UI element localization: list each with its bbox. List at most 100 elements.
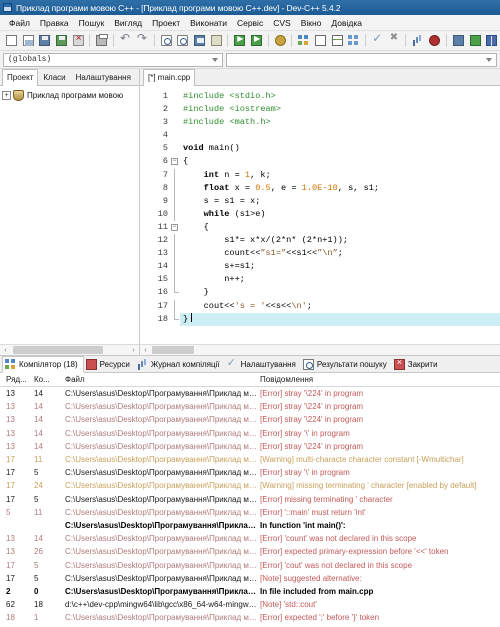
scroll-right-icon[interactable]: ›: [128, 345, 139, 356]
code-line[interactable]: {: [180, 221, 500, 234]
fold-marker[interactable]: [170, 313, 180, 326]
menu-item-project[interactable]: Проект: [147, 15, 185, 31]
table-row[interactable]: 175C:\Users\asus\Desktop\Програмування\П…: [0, 572, 500, 585]
code-line[interactable]: }: [180, 286, 500, 299]
fold-collapse-icon[interactable]: −: [171, 224, 178, 231]
find-next-button[interactable]: [175, 33, 190, 48]
debug-bug-button[interactable]: [427, 33, 442, 48]
fold-marker[interactable]: [170, 116, 180, 129]
code-line[interactable]: s = s1 = x;: [180, 195, 500, 208]
code-line[interactable]: count<<”s1=”<<s1<<”\n”;: [180, 247, 500, 260]
close-file-button[interactable]: [71, 33, 86, 48]
compiler-tab-4[interactable]: Результати пошуку: [301, 356, 392, 372]
print-button[interactable]: [94, 33, 109, 48]
redo-button[interactable]: [135, 33, 150, 48]
window-single-button[interactable]: [313, 33, 328, 48]
code-line[interactable]: #include <stdio.h>: [180, 90, 500, 103]
check-syntax-button[interactable]: [370, 33, 385, 48]
table-row[interactable]: 175C:\Users\asus\Desktop\Програмування\П…: [0, 558, 500, 571]
menu-item-window[interactable]: Вікно: [296, 15, 327, 31]
compiler-tab-0[interactable]: Компілятор (18): [2, 356, 84, 373]
code-line[interactable]: s1*= x*x/(2*n* (2*n+1));: [180, 234, 500, 247]
code-line[interactable]: {: [180, 155, 500, 168]
scope-combo[interactable]: (globals): [3, 53, 223, 67]
stop-button[interactable]: [387, 33, 402, 48]
find-button[interactable]: [159, 33, 174, 48]
debug-button[interactable]: [273, 33, 288, 48]
tab-classes[interactable]: Класи: [38, 69, 70, 85]
code-text[interactable]: #include <stdio.h>#include <iostream>#in…: [180, 86, 500, 344]
table-row[interactable]: 1711C:\Users\asus\Desktop\Програмування\…: [0, 453, 500, 466]
code-editor[interactable]: 123456789101112131415161718 −− #include …: [140, 86, 500, 344]
run-button[interactable]: [249, 33, 264, 48]
step-back-button[interactable]: [451, 33, 466, 48]
fold-marker[interactable]: [170, 90, 180, 103]
table-row[interactable]: 511C:\Users\asus\Desktop\Програмування\П…: [0, 506, 500, 519]
fold-marker[interactable]: [170, 182, 180, 195]
compiler-tab-2[interactable]: Журнал компіляції: [135, 356, 225, 372]
code-line[interactable]: }: [180, 313, 500, 326]
tab-project[interactable]: Проект: [2, 69, 38, 86]
table-row[interactable]: 20C:\Users\asus\Desktop\Програмування\Пр…: [0, 585, 500, 598]
code-line[interactable]: cout<<'s = '<<s<<\n';: [180, 300, 500, 313]
menu-item-search[interactable]: Пошук: [74, 15, 110, 31]
undo-button[interactable]: [118, 33, 133, 48]
table-row[interactable]: 1314C:\Users\asus\Desktop\Програмування\…: [0, 440, 500, 453]
fold-marker[interactable]: [170, 273, 180, 286]
compiler-tab-5[interactable]: Закрити: [392, 356, 443, 372]
member-combo[interactable]: [226, 53, 497, 67]
open-file-button[interactable]: [21, 33, 36, 48]
table-row[interactable]: 181C:\Users\asus\Desktop\Програмування\П…: [0, 611, 500, 624]
code-line[interactable]: #include <iostream>: [180, 103, 500, 116]
table-row[interactable]: 175C:\Users\asus\Desktop\Програмування\П…: [0, 466, 500, 479]
step-forward-button[interactable]: [468, 33, 483, 48]
table-row[interactable]: C:\Users\asus\Desktop\Програмування\Прик…: [0, 519, 500, 532]
fold-marker[interactable]: −: [170, 155, 180, 168]
menu-item-file[interactable]: Файл: [4, 15, 35, 31]
replace-button[interactable]: [209, 33, 224, 48]
fold-marker[interactable]: [170, 300, 180, 313]
messages-list[interactable]: 1314C:\Users\asus\Desktop\Програмування\…: [0, 387, 500, 627]
scroll-track[interactable]: [11, 345, 128, 356]
table-row[interactable]: 1314C:\Users\asus\Desktop\Програмування\…: [0, 400, 500, 413]
tree-item-project[interactable]: + Приклад програми мовою: [2, 89, 137, 102]
menu-item-tools[interactable]: Сервіс: [232, 15, 268, 31]
fold-marker[interactable]: [170, 260, 180, 273]
table-row[interactable]: 6218d:\c++\dev-cpp\mingw64\lib\gcc\x86_6…: [0, 598, 500, 611]
fold-marker[interactable]: [170, 247, 180, 260]
menu-item-edit[interactable]: Правка: [35, 15, 74, 31]
table-row[interactable]: 1314C:\Users\asus\Desktop\Програмування\…: [0, 532, 500, 545]
menu-item-view[interactable]: Вигляд: [109, 15, 147, 31]
code-line[interactable]: #include <math.h>: [180, 116, 500, 129]
table-row[interactable]: 1724C:\Users\asus\Desktop\Програмування\…: [0, 479, 500, 492]
fold-marker[interactable]: [170, 195, 180, 208]
scroll-left-icon[interactable]: ‹: [0, 345, 11, 356]
fold-collapse-icon[interactable]: −: [171, 158, 178, 165]
scroll-thumb[interactable]: [13, 346, 103, 354]
tab-main-cpp[interactable]: [*] main.cpp: [143, 69, 195, 86]
new-file-button[interactable]: [4, 33, 19, 48]
save-all-button[interactable]: [54, 33, 69, 48]
fold-marker[interactable]: [170, 103, 180, 116]
code-line[interactable]: s+=s1;: [180, 260, 500, 273]
goto-line-button[interactable]: [192, 33, 207, 48]
help-book-button[interactable]: [484, 33, 499, 48]
compile-button[interactable]: [232, 33, 247, 48]
code-line[interactable]: n++;: [180, 273, 500, 286]
fold-marker[interactable]: [170, 169, 180, 182]
compiler-tab-1[interactable]: Ресурси: [84, 356, 135, 372]
fold-marker[interactable]: −: [170, 221, 180, 234]
profile-button[interactable]: [410, 33, 425, 48]
project-manager-button[interactable]: [296, 33, 311, 48]
code-line[interactable]: int n = 1, k;: [180, 169, 500, 182]
tab-settings[interactable]: Налаштування: [71, 69, 136, 85]
fold-marker[interactable]: [170, 129, 180, 142]
menu-item-execute[interactable]: Виконати: [185, 15, 232, 31]
code-line[interactable]: float x = 0.5, e = 1.0E-10, s, s1;: [180, 182, 500, 195]
scroll-track[interactable]: [151, 345, 500, 356]
code-line[interactable]: [180, 129, 500, 142]
project-hscrollbar[interactable]: ‹ ›: [0, 344, 139, 355]
code-line[interactable]: void main(): [180, 142, 500, 155]
table-row[interactable]: 1314C:\Users\asus\Desktop\Програмування\…: [0, 387, 500, 400]
save-file-button[interactable]: [37, 33, 52, 48]
